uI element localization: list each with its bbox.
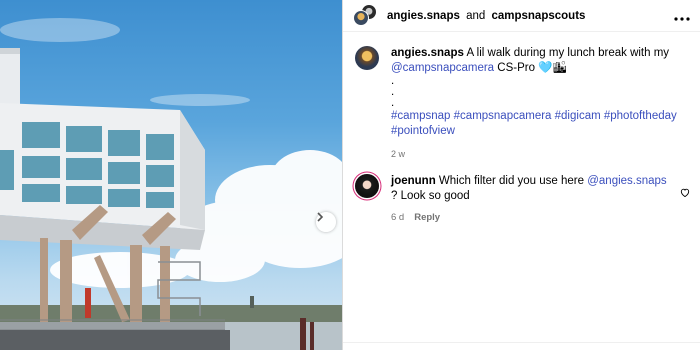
comment-mention[interactable]: @angies.snaps xyxy=(587,175,666,187)
caption-username[interactable]: angies.snaps xyxy=(391,47,464,59)
avatar[interactable] xyxy=(355,46,379,70)
comment-timestamp[interactable]: 6 d xyxy=(391,210,404,225)
caption-text-after: CS-Pro 🩵🏙 xyxy=(497,62,568,74)
caption-timestamp[interactable]: 2 w xyxy=(391,147,690,162)
caption-text: A lil walk during my lunch break with my xyxy=(466,47,670,59)
avatar xyxy=(353,9,369,26)
caption-body: angies.snaps A lil walk during my lunch … xyxy=(391,46,690,162)
author-username[interactable]: angies.snaps xyxy=(387,10,460,22)
post-caption: angies.snaps A lil walk during my lunch … xyxy=(343,32,700,162)
collab-avatars[interactable] xyxy=(353,3,377,28)
reply-button[interactable]: Reply xyxy=(414,210,440,225)
caption-mention[interactable]: @campsnapcamera xyxy=(391,62,494,74)
photo-scene xyxy=(0,18,342,350)
post-photo[interactable] xyxy=(0,0,342,350)
heart-icon[interactable] xyxy=(680,184,690,225)
comment-meta: 6 d Reply xyxy=(391,210,672,225)
post-author-line: angies.snaps and campsnapscouts xyxy=(387,10,585,22)
collaborator-username[interactable]: campsnapscouts xyxy=(491,10,585,22)
post-header: angies.snaps and campsnapscouts xyxy=(343,0,700,32)
next-photo-button[interactable] xyxy=(316,212,336,232)
caption-dot: . xyxy=(391,97,395,109)
caption-hashtags[interactable]: #campsnap #campsnapcamera #digicam #phot… xyxy=(391,110,677,137)
comment-text: Which filter did you use here xyxy=(438,175,585,187)
caption-dot: . xyxy=(391,75,395,87)
more-options-icon[interactable] xyxy=(674,8,690,24)
avatar[interactable] xyxy=(355,174,379,198)
author-connector: and xyxy=(466,9,486,22)
comment-item: joenunn Which filter did you use here @a… xyxy=(343,162,700,225)
caption-dot: . xyxy=(391,86,395,98)
comment-text-after: ? Look so good xyxy=(391,190,470,202)
comment-username[interactable]: joenunn xyxy=(391,175,436,187)
post-details-pane: angies.snaps and campsnapscouts angies.s… xyxy=(342,0,700,350)
comment-body: joenunn Which filter did you use here @a… xyxy=(391,174,672,225)
action-bar xyxy=(343,342,700,350)
